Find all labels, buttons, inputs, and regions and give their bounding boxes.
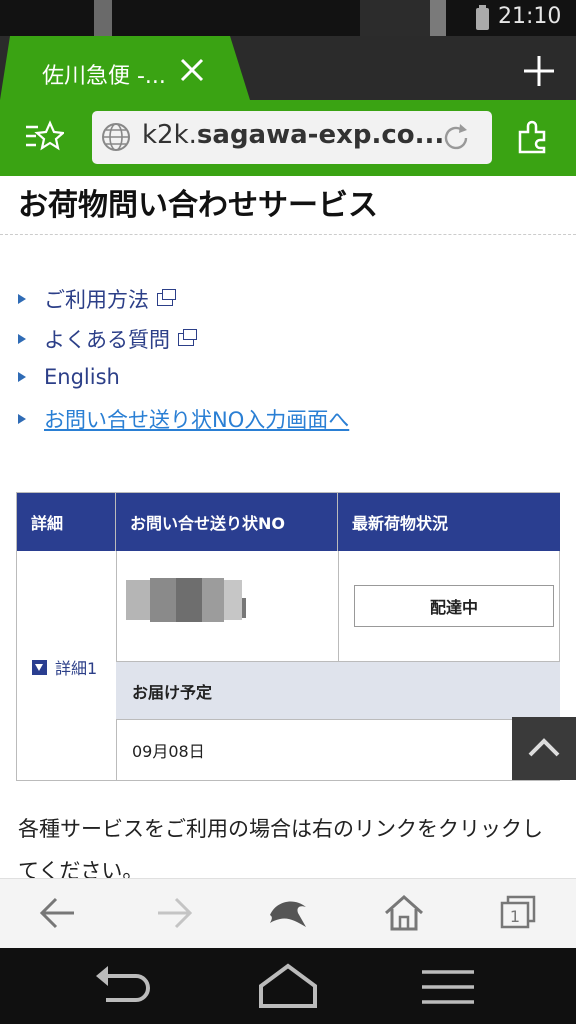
url-domain: sagawa-exp.co... xyxy=(196,120,445,150)
plus-icon[interactable] xyxy=(522,54,556,88)
nav-link-label[interactable]: ご利用方法 xyxy=(44,284,149,314)
url-text: k2k.sagawa-exp.co... xyxy=(142,120,444,150)
system-back-icon[interactable] xyxy=(88,962,158,1012)
extension-icon[interactable] xyxy=(516,118,552,156)
clock: 21:10 xyxy=(498,4,562,29)
dolphin-icon[interactable] xyxy=(266,893,310,933)
globe-icon xyxy=(102,123,130,151)
nav-link-faq[interactable]: よくある質問 xyxy=(18,324,197,354)
expand-arrow-icon xyxy=(32,659,47,675)
tracking-table: 詳細 お問い合せ送り状NO 最新荷物状況 xyxy=(16,492,560,781)
bullet-icon xyxy=(18,294,26,304)
tab-title: 佐川急便 -... xyxy=(42,64,166,89)
column-divider xyxy=(338,551,339,662)
status-bar: 21:10 xyxy=(0,0,576,36)
nav-link-label[interactable]: よくある質問 xyxy=(44,324,170,354)
battery-icon xyxy=(476,5,489,30)
bullet-icon xyxy=(18,372,26,382)
nav-link-label[interactable]: English xyxy=(44,365,120,389)
url-prefix: k2k. xyxy=(142,120,197,150)
tracking-number-redacted xyxy=(126,578,246,622)
divider xyxy=(0,234,576,235)
delivery-eta-date: 09月08日 xyxy=(132,742,205,761)
bullet-icon xyxy=(18,334,26,344)
header-tracking-no: お問い合せ送り状NO xyxy=(116,493,338,551)
system-menu-icon[interactable] xyxy=(418,962,488,1012)
header-status: 最新荷物状況 xyxy=(338,493,560,551)
tabs-icon[interactable]: 1 xyxy=(496,893,540,933)
svg-text:1: 1 xyxy=(510,907,520,926)
forward-arrow-icon[interactable] xyxy=(152,893,196,933)
status-badge: 配達中 xyxy=(354,585,554,627)
system-home-icon[interactable] xyxy=(253,962,323,1012)
header-detail: 詳細 xyxy=(17,493,116,551)
detail-link[interactable]: 詳細1 xyxy=(32,655,97,679)
detail-link-label[interactable]: 詳細1 xyxy=(55,655,97,679)
bullet-icon xyxy=(18,414,26,424)
page-title: お荷物問い合わせサービス xyxy=(18,188,378,223)
nav-link-english[interactable]: English xyxy=(18,365,120,389)
nav-link-usage[interactable]: ご利用方法 xyxy=(18,284,176,314)
scroll-to-top-button[interactable] xyxy=(512,717,576,780)
back-arrow-icon[interactable] xyxy=(36,893,80,933)
bookmark-star-icon[interactable] xyxy=(24,120,64,156)
nav-link-label[interactable]: お問い合せ送り状NO入力画面へ xyxy=(44,404,349,434)
nav-link-tracking-input[interactable]: お問い合せ送り状NO入力画面へ xyxy=(18,404,349,434)
home-icon[interactable] xyxy=(382,893,426,933)
delivery-eta-header: お届け予定 xyxy=(116,661,560,720)
reload-icon[interactable] xyxy=(441,123,471,153)
external-link-icon xyxy=(157,288,176,306)
external-link-icon xyxy=(178,328,197,346)
close-icon[interactable] xyxy=(178,56,206,84)
